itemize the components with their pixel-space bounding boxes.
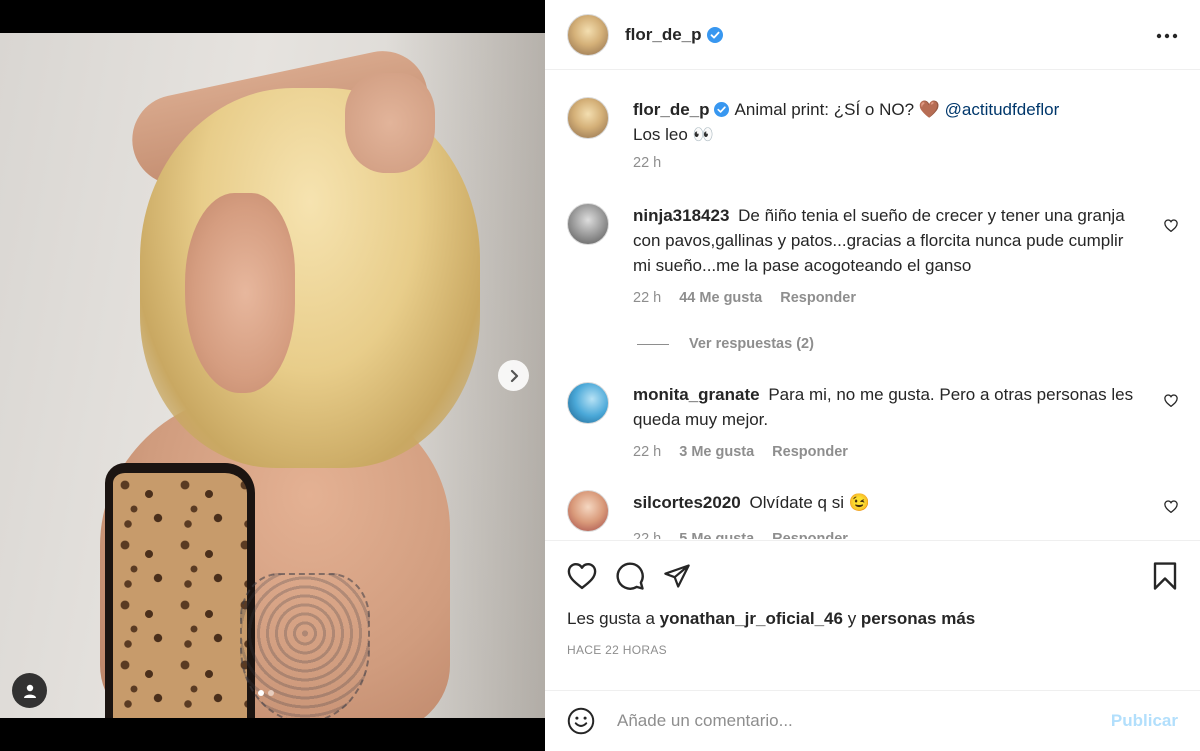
post-actions: Les gusta a yonathan_jr_oficial_46 y per… xyxy=(545,540,1200,657)
likes-others-link[interactable]: personas más xyxy=(861,609,975,628)
comment-time[interactable]: 22 h xyxy=(633,290,661,306)
comment-text-wrap: ninja318423 De ñiño tenia el sueño de cr… xyxy=(633,203,1142,278)
comments-list[interactable]: flor_de_p Animal print: ¿SÍ o NO? 🤎 @acti… xyxy=(545,71,1200,539)
likes-user-link[interactable]: yonathan_jr_oficial_46 xyxy=(660,609,843,628)
paper-plane-icon xyxy=(664,564,690,588)
post-header: flor_de_p xyxy=(545,0,1200,70)
chevron-right-icon xyxy=(510,369,518,382)
share-button[interactable] xyxy=(663,562,691,590)
caption-meta: 22 h xyxy=(633,155,1178,171)
comment-row: monita_granate Para mi, no me gusta. Per… xyxy=(567,382,1178,460)
author-avatar[interactable] xyxy=(567,13,609,56)
carousel-next-button[interactable] xyxy=(498,360,529,391)
comment-composer: Publicar xyxy=(545,690,1200,751)
post-photo[interactable] xyxy=(0,33,545,718)
comment-like-count[interactable]: 3 Me gusta xyxy=(679,444,754,460)
bookmark-icon xyxy=(1153,562,1177,590)
comment-username[interactable]: monita_granate xyxy=(633,385,760,404)
caption-avatar[interactable] xyxy=(567,97,609,139)
carousel-dot xyxy=(268,690,274,696)
comment-text-wrap: silcortes2020 Olvídate q si 😉 xyxy=(633,490,1142,515)
post-media xyxy=(0,0,545,751)
more-options-button[interactable] xyxy=(1156,26,1178,44)
action-icons-row xyxy=(567,541,1178,611)
commenter-avatar[interactable] xyxy=(567,490,609,532)
comment-button[interactable] xyxy=(615,561,645,591)
photo-face xyxy=(185,193,295,393)
likes-prefix: Les gusta a xyxy=(567,609,655,628)
heart-icon xyxy=(567,562,597,590)
likes-mid: y xyxy=(847,609,857,628)
publish-button[interactable]: Publicar xyxy=(1111,711,1178,731)
author-name-wrap: flor_de_p xyxy=(625,25,723,45)
view-replies-button[interactable]: Ver respuestas (2) xyxy=(637,336,1178,352)
replies-divider-line xyxy=(637,343,669,345)
caption-text-line1: flor_de_p Animal print: ¿SÍ o NO? 🤎 @acti… xyxy=(633,97,1178,122)
comment-text-wrap: monita_granate Para mi, no me gusta. Per… xyxy=(633,382,1142,432)
comment-row: silcortes2020 Olvídate q si 😉 22 h 5 Me … xyxy=(567,490,1178,539)
more-horizontal-icon xyxy=(1156,33,1178,38)
caption-mention-link[interactable]: @actitudfdeflor xyxy=(945,100,1060,119)
tagged-users-button[interactable] xyxy=(12,673,47,708)
caption-text: Animal print: ¿SÍ o NO? 🤎 xyxy=(734,100,940,119)
emoji-smiley-icon xyxy=(567,707,595,735)
likes-summary: Les gusta a yonathan_jr_oficial_46 y per… xyxy=(567,609,1178,629)
comment-meta: 22 h 3 Me gusta Responder xyxy=(633,444,1142,460)
photo-hand xyxy=(345,73,435,173)
comment-time[interactable]: 22 h xyxy=(633,444,661,460)
caption-username[interactable]: flor_de_p xyxy=(633,100,710,119)
caption-time[interactable]: 22 h xyxy=(633,155,661,171)
like-button[interactable] xyxy=(567,562,597,590)
verified-badge-icon xyxy=(713,102,729,117)
comment-like-count[interactable]: 44 Me gusta xyxy=(679,290,762,306)
post-time-ago[interactable]: HACE 22 HORAS xyxy=(567,643,1178,657)
comment-meta: 22 h 44 Me gusta Responder xyxy=(633,290,1142,306)
comment-reply-button[interactable]: Responder xyxy=(772,444,848,460)
comment-username[interactable]: ninja318423 xyxy=(633,206,729,225)
comment-reply-button[interactable]: Responder xyxy=(772,531,848,539)
comment-row: ninja318423 De ñiño tenia el sueño de cr… xyxy=(567,203,1178,306)
comment-like-heart-icon[interactable] xyxy=(1164,500,1178,513)
caption-body: flor_de_p Animal print: ¿SÍ o NO? 🤎 @acti… xyxy=(633,97,1178,171)
carousel-indicator xyxy=(258,690,274,696)
comment-like-heart-icon[interactable] xyxy=(1164,394,1178,407)
comment-input[interactable] xyxy=(617,711,1111,731)
caption-text-line2: Los leo 👀 xyxy=(633,125,714,144)
comment-like-count[interactable]: 5 Me gusta xyxy=(679,531,754,539)
comment-like-heart-icon[interactable] xyxy=(1164,219,1178,232)
post-detail-panel: flor_de_p flor_de_p Animal print: ¿SÍ o N… xyxy=(545,0,1200,751)
comment-reply-button[interactable]: Responder xyxy=(780,290,856,306)
comment-meta: 22 h 5 Me gusta Responder xyxy=(633,531,1142,539)
user-icon xyxy=(23,684,36,698)
comment-text: Olvídate q si 😉 xyxy=(749,493,870,512)
comment-body: monita_granate Para mi, no me gusta. Per… xyxy=(633,382,1178,460)
save-button[interactable] xyxy=(1152,561,1178,591)
comment-username[interactable]: silcortes2020 xyxy=(633,493,741,512)
commenter-avatar[interactable] xyxy=(567,382,609,424)
emoji-button[interactable] xyxy=(567,707,595,735)
comment-body: silcortes2020 Olvídate q si 😉 22 h 5 Me … xyxy=(633,490,1178,539)
author-username[interactable]: flor_de_p xyxy=(625,25,702,45)
photo-animal-print-bodysuit xyxy=(105,463,255,718)
comment-bubble-icon xyxy=(616,562,644,590)
carousel-dot-active xyxy=(258,690,264,696)
photo-arm-tattoo xyxy=(240,573,370,718)
comment-time[interactable]: 22 h xyxy=(633,531,661,539)
comment-body: ninja318423 De ñiño tenia el sueño de cr… xyxy=(633,203,1178,306)
caption-row: flor_de_p Animal print: ¿SÍ o NO? 🤎 @acti… xyxy=(567,97,1178,171)
view-replies-label: Ver respuestas (2) xyxy=(689,336,814,352)
commenter-avatar[interactable] xyxy=(567,203,609,245)
verified-badge-icon xyxy=(706,26,723,43)
